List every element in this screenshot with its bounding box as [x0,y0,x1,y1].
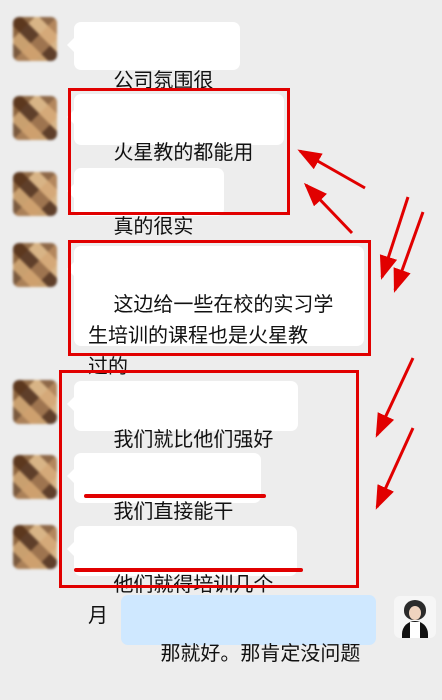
annotation-arrows [297,149,425,510]
arrow-5 [375,357,415,438]
arrow-2 [303,182,354,235]
arrow-1 [297,149,366,190]
arrow-6 [375,427,415,510]
